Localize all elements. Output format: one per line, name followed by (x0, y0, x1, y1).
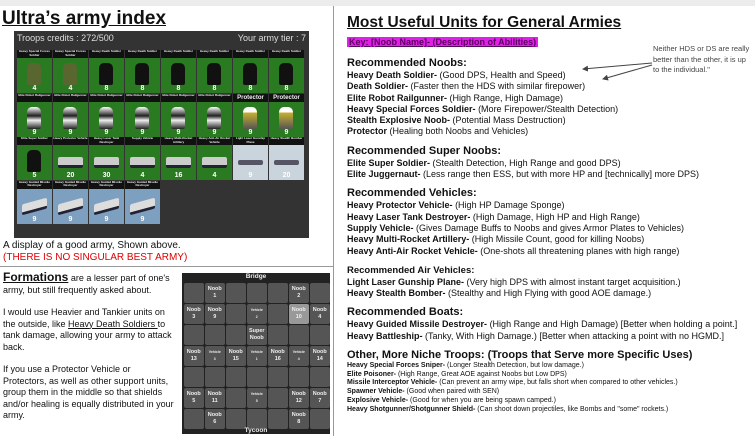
note-arrows (582, 62, 653, 81)
